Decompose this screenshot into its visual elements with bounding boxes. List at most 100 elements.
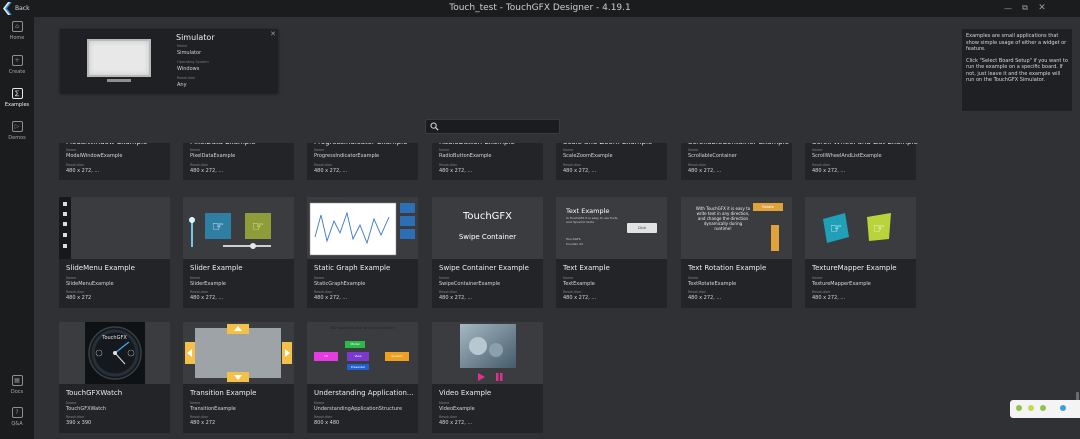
name-value: UnderstandingApplicationStructure	[314, 406, 403, 412]
resolution-key: Resolution	[66, 415, 85, 419]
card-title: Text Rotation Example	[688, 264, 767, 272]
name-value: ScaleZoomExample	[563, 153, 613, 159]
example-card-modalwindow[interactable]: ModalWindow Example Name ModalWindowExam…	[59, 138, 170, 180]
name-key: Name	[439, 276, 450, 280]
example-card-video[interactable]: Video Example Name VideoExample Resoluti…	[432, 322, 543, 433]
card-thumbnail: With TouchGFX it is easy to write text i…	[681, 197, 792, 259]
card-title: TouchGFXWatch	[66, 389, 123, 397]
name-value: ScrollableContainer	[688, 153, 737, 159]
card-thumbnail: TouchGFX Swipe Container	[432, 197, 543, 259]
name-value: TransitionExample	[190, 406, 236, 412]
resolution-value: 480 x 272, ...	[688, 168, 722, 174]
example-card-transition[interactable]: Transition Example Name TransitionExampl…	[183, 322, 294, 433]
info-panel: Examples are small applications that sho…	[962, 29, 1072, 111]
name-value: SlideMenuExample	[66, 281, 114, 287]
understand-ui-box: UI	[314, 352, 338, 361]
swipe-caption: Swipe Container	[458, 233, 517, 241]
sidebar-item-examples[interactable]: ∑ Examples	[0, 84, 34, 118]
resolution-key: Resolution	[66, 163, 85, 167]
name-value: TextureMapperExample	[812, 281, 871, 287]
example-card-scrollablecontainer[interactable]: ScrollableContainer Example Name Scrolla…	[681, 138, 792, 180]
example-card-slidemenu[interactable]: SlideMenu Example Name SlideMenuExample …	[59, 197, 170, 308]
minimize-icon[interactable]: —	[1002, 2, 1014, 14]
text-thumb-counter: Counter 24	[566, 242, 583, 246]
example-card-text[interactable]: Text Example In TouchGFX it is easy to u…	[556, 197, 667, 308]
resolution-key: Resolution	[439, 290, 458, 294]
example-card-swipecontainer[interactable]: TouchGFX Swipe Container Swipe Container…	[432, 197, 543, 308]
name-key: Name	[66, 401, 77, 405]
board-name-value: Simulator	[177, 50, 202, 56]
sidebar-item-qa[interactable]: ? Q&A	[0, 403, 34, 437]
name-value: StaticGraphExample	[314, 281, 366, 287]
home-icon: ⌂	[11, 21, 23, 32]
sidebar-item-docs[interactable]: ▦ Docs	[0, 371, 34, 405]
resolution-key: Resolution	[314, 415, 333, 419]
sidebar-item-label: Create	[8, 69, 26, 75]
svg-text:☞: ☞	[212, 219, 225, 235]
resolution-value: 480 x 272, ...	[439, 295, 473, 301]
resolution-key: Resolution	[190, 290, 209, 294]
resolution-value: 390 x 390	[66, 420, 92, 426]
example-card-staticgraph[interactable]: StaticGraph, 1.1 fit Static Graph Exampl…	[307, 197, 418, 308]
example-card-textrotation[interactable]: With TouchGFX it is easy to write text i…	[681, 197, 792, 308]
text-thumb-button: Click	[627, 223, 657, 233]
name-key: Name	[439, 401, 450, 405]
resolution-value: 480 x 272, ...	[563, 295, 597, 301]
example-card-understanding[interactable]: BSP connects your UI to your system Mode…	[307, 322, 418, 433]
sidebar: ⌂ Home + Create ∑ Examples ▷ Demos ▦ Doc…	[0, 17, 34, 439]
sidebar-item-label: Examples	[4, 102, 30, 108]
board-setup-card[interactable]: Simulator ✕ Name Simulator Operating Sys…	[60, 29, 278, 93]
resolution-key: Resolution	[563, 163, 582, 167]
card-thumbnail: ☞ ☞	[805, 197, 916, 259]
resolution-key: Resolution	[314, 163, 333, 167]
name-value: SwipeContainerExample	[439, 281, 501, 287]
name-key: Name	[812, 148, 823, 152]
card-title: Slider Example	[190, 264, 243, 272]
resolution-value: 480 x 272	[66, 295, 92, 301]
restore-icon[interactable]: ⧉	[1019, 2, 1031, 14]
example-card-slider[interactable]: ☞ ☞ Slider Example Name SliderExample Re…	[183, 197, 294, 308]
close-icon[interactable]: ✕	[270, 30, 276, 38]
sidebar-item-home[interactable]: ⌂ Home	[0, 17, 34, 51]
sidebar-item-demos[interactable]: ▷ Demos	[0, 117, 34, 151]
understand-presenter-box: Presenter	[347, 364, 369, 370]
name-value: ScrollWheelAndListExample	[812, 153, 882, 159]
floating-assistant-widget[interactable]	[1010, 400, 1080, 418]
window-title: Touch_test - TouchGFX Designer - 4.19.1	[449, 3, 631, 13]
resolution-value: 800 x 480	[314, 420, 340, 426]
name-key: Name	[66, 276, 77, 280]
resolution-value: 480 x 272, ...	[66, 168, 100, 174]
name-key: Name	[688, 276, 699, 280]
resolution-value: 480 x 272, ...	[439, 168, 473, 174]
name-key: Name	[314, 148, 325, 152]
name-key: Name	[688, 148, 699, 152]
example-card-texturemapper[interactable]: ☞ ☞ TextureMapper Example Name TextureMa…	[805, 197, 916, 308]
close-icon[interactable]: ✕	[1036, 2, 1048, 14]
title-bar: Back Touch_test - TouchGFX Designer - 4.…	[0, 0, 1080, 17]
textrot-thumb-body: With TouchGFX it is easy to write text i…	[695, 206, 751, 231]
card-title: Video Example	[439, 389, 492, 397]
understand-system-box: System	[385, 352, 409, 361]
example-card-progressindicator[interactable]: ProgressIndicator Example Name ProgressI…	[307, 138, 418, 180]
sidebar-item-create[interactable]: + Create	[0, 51, 34, 85]
card-title: Understanding Application...	[314, 389, 414, 397]
board-res-value: Any	[177, 82, 187, 88]
resolution-value: 480 x 272, ...	[190, 168, 224, 174]
sidebar-item-label: Demos	[8, 135, 26, 141]
search-input[interactable]	[425, 119, 560, 134]
example-card-touchgfxwatch[interactable]: TouchGFX TouchGFXWatch Name TouchGFXWatc…	[59, 322, 170, 433]
example-card-scalezoom[interactable]: Scale and Zoom Example Name ScaleZoomExa…	[556, 138, 667, 180]
card-thumbnail: StaticGraph, 1.1 fit	[307, 197, 418, 259]
svg-text:☞: ☞	[252, 219, 265, 235]
example-card-radiobutton[interactable]: RadioButton Example Name RadioButtonExam…	[432, 138, 543, 180]
example-card-scrollwheel[interactable]: Scroll Wheel and List Example Name Scrol…	[805, 138, 918, 180]
resolution-value: 480 x 272, ...	[314, 168, 348, 174]
graph-title: StaticGraph, 1.1 fit	[311, 199, 345, 203]
textrot-thumb-button: Rotate	[753, 203, 783, 211]
example-card-pixeldata[interactable]: PixelData Example Name PixelDataExample …	[183, 138, 294, 180]
resolution-value: 480 x 272, ...	[563, 168, 597, 174]
play-icon: ▷	[11, 121, 23, 132]
understand-model-box: Model	[345, 341, 365, 348]
name-value: ModalWindowExample	[66, 153, 123, 159]
understand-title: BSP connects your UI to your system	[330, 326, 395, 330]
